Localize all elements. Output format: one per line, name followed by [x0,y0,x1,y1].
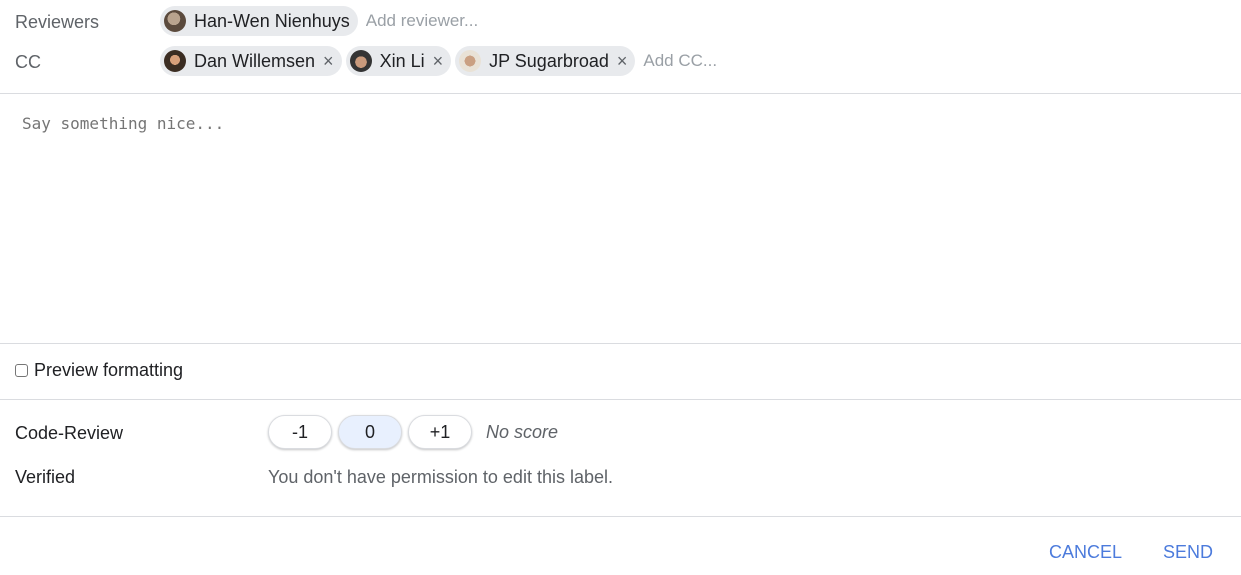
cc-chips: Dan Willemsen × Xin Li × JP Sugarbroad × [160,46,798,76]
cc-chip-dan-willemsen: Dan Willemsen × [160,46,342,76]
cc-name: JP Sugarbroad [489,50,609,71]
reviewer-name: Han-Wen Nienhuys [194,10,350,31]
preview-checkbox[interactable] [15,364,28,377]
verified-permission-message: You don't have permission to edit this l… [268,467,613,487]
divider [0,399,1241,400]
cancel-button[interactable]: CANCEL [1049,542,1122,563]
remove-icon[interactable]: × [323,51,334,72]
send-button[interactable]: SEND [1163,542,1213,563]
vote-plus-one-button[interactable]: +1 [408,415,472,449]
cc-row: CC Dan Willemsen × Xin Li × JP Sugarbroa… [0,45,1241,77]
code-review-label: Code-Review [15,423,124,443]
reviewers-label: Reviewers [15,12,100,32]
avatar [164,10,186,32]
vote-zero-button[interactable]: 0 [338,415,402,449]
cc-name: Dan Willemsen [194,50,316,71]
preview-formatting-toggle[interactable]: Preview formatting [15,360,183,381]
reviewers-chips: Han-Wen Nienhuys [160,6,520,36]
divider [0,343,1241,344]
cc-name: Xin Li [379,50,425,71]
avatar [459,50,482,72]
score-status: No score [486,421,559,442]
divider [0,516,1241,517]
remove-icon[interactable]: × [433,51,444,72]
avatar [349,50,372,72]
verified-label: Verified [15,467,76,487]
cc-chip-jp-sugarbroad: JP Sugarbroad × [455,46,636,76]
preview-label: Preview formatting [34,360,184,380]
remove-icon[interactable]: × [617,51,628,72]
vote-minus-one-button[interactable]: -1 [268,415,332,449]
reviewer-chip[interactable]: Han-Wen Nienhuys [160,6,358,36]
message-textarea[interactable] [0,94,1241,342]
cc-chip-xin-li: Xin Li × [345,46,452,76]
reviewers-row: Reviewers Han-Wen Nienhuys [0,6,1241,36]
avatar [164,50,186,72]
code-review-votes: -1 0 +1 No score [268,415,558,449]
add-reviewer-input[interactable] [361,11,520,31]
add-cc-input[interactable] [639,51,798,71]
cc-label: CC [15,52,41,72]
